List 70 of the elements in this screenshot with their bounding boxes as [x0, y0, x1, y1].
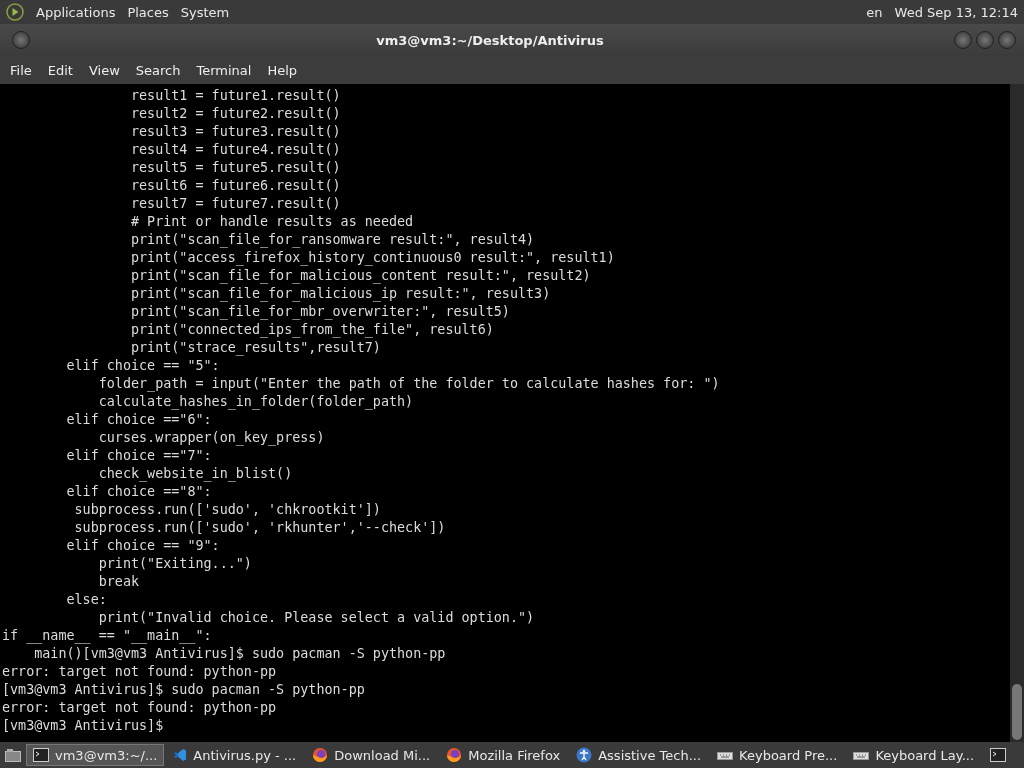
terminal-line: elif choice =="8": [65, 483, 213, 501]
menu-item[interactable]: File [2, 62, 40, 78]
terminal-line: elif choice == "9": [65, 537, 221, 555]
terminal-line: subprocess.run(['sudo', 'chkrootkit']) [73, 501, 382, 519]
keyboard-icon [717, 750, 734, 760]
terminal-line: elif choice =="7": [65, 447, 213, 465]
terminal-line: elif choice =="6": [65, 411, 213, 429]
terminal-line: break [97, 573, 141, 591]
taskbar-button[interactable]: Keyboard Pre... [710, 744, 845, 766]
panel-menu[interactable]: Applications [36, 4, 116, 20]
panel-menu[interactable]: System [180, 4, 230, 20]
menu-item[interactable]: Edit [39, 62, 81, 78]
terminal-line: print("access_firefox_history_continuous0 result:", result1) [130, 249, 616, 267]
terminal-line: result7 = future7.result() [130, 195, 342, 213]
terminal-line: curses.wrapper(on_key_press) [97, 429, 326, 447]
terminal-line: main()[vm3@vm3 Antivirus]$ sudo pacman -S python-pp [33, 645, 447, 663]
terminal-line: error: target not found: python-pp [2, 663, 278, 681]
terminal-line: result4 = future4.result() [130, 141, 342, 159]
terminal-line: result6 = future6.result() [130, 177, 342, 195]
window-title: vm3@vm3:~/Desktop/Antivirus [375, 32, 605, 48]
terminal-line: check_website_in_blist() [97, 465, 294, 483]
scrollbar[interactable] [1010, 84, 1024, 742]
terminal-icon [33, 748, 49, 762]
taskbar-button[interactable]: vm3@vm3:~/... [26, 744, 165, 766]
terminal-line: print("scan_file_for_malicious_ip result:", result3) [130, 285, 552, 303]
window-menu-button[interactable] [12, 31, 30, 49]
clock[interactable]: Wed Sep 13, 12:14 [894, 4, 1018, 20]
terminal-line: result2 = future2.result() [130, 105, 342, 123]
terminal-line: subprocess.run(['sudo', 'rkhunter','--check']) [73, 519, 447, 537]
terminal-line: result1 = future1.result() [130, 87, 342, 105]
taskbar-button[interactable]: Assistive Tech... [569, 744, 709, 766]
terminal-line: print("scan_file_for_mbr_overwriter:", result5) [130, 303, 511, 321]
terminal-line: print("scan_file_for_ransomware result:", result4) [130, 231, 536, 249]
keyboard-icon [853, 750, 870, 760]
terminal-line: if __name__ == "__main__": [2, 627, 213, 645]
maximize-button[interactable] [976, 31, 994, 49]
menu-item[interactable]: Search [127, 62, 189, 78]
terminal-line: result3 = future3.result() [130, 123, 342, 141]
terminal-line: folder_path = input("Enter the path of the folder to calculate hashes for: ") [97, 375, 721, 393]
taskbar-button[interactable]: Antivirus.py - ... [166, 744, 304, 766]
terminal-line: calculate_hashes_in_folder(folder_path) [97, 393, 415, 411]
terminal-icon [990, 748, 1007, 762]
terminal-line: print("strace_results",result7) [130, 339, 382, 357]
terminal-line: error: target not found: python-pp [2, 699, 278, 717]
minimize-button[interactable] [954, 31, 972, 49]
terminal-line: result5 = future5.result() [130, 159, 342, 177]
scrollbar-thumb[interactable] [1012, 684, 1022, 740]
terminal-line: [vm3@vm3 Antivirus]$ sudo pacman -S python-pp [2, 681, 366, 699]
play-logo-icon [6, 3, 24, 21]
taskbar-button[interactable]: Mozilla Firefox [439, 744, 568, 766]
menu-item[interactable]: Terminal [188, 62, 260, 78]
fox-globe-icon [312, 747, 329, 763]
code-editor-icon [173, 748, 188, 762]
terminal-line: print("scan_file_for_malicious_content result:", result2) [130, 267, 592, 285]
menu-item[interactable]: Help [259, 62, 306, 78]
terminal-line: print("Exiting...") [97, 555, 253, 573]
terminal-line: elif choice == "5": [65, 357, 221, 375]
accessibility-icon [576, 747, 593, 763]
close-button[interactable] [998, 31, 1016, 49]
panel-menu[interactable]: Places [127, 4, 169, 20]
terminal-line: [vm3@vm3 Antivirus]$ [2, 717, 165, 735]
terminal-line: print("Invalid choice. Please select a valid option.") [97, 609, 536, 627]
terminal-line: # Print or handle results as needed [130, 213, 415, 231]
taskbar-button[interactable]: Download Mi... [305, 744, 438, 766]
taskbar-button[interactable]: Keyboard Lay... [846, 744, 982, 766]
menu-item[interactable]: View [80, 62, 128, 78]
keyboard-layout-indicator[interactable]: en [866, 4, 883, 20]
terminal-line: print("connected_ips_from_the_file", result6) [130, 321, 495, 339]
terminal-line: else: [65, 591, 108, 609]
fox-globe-icon [446, 747, 463, 763]
